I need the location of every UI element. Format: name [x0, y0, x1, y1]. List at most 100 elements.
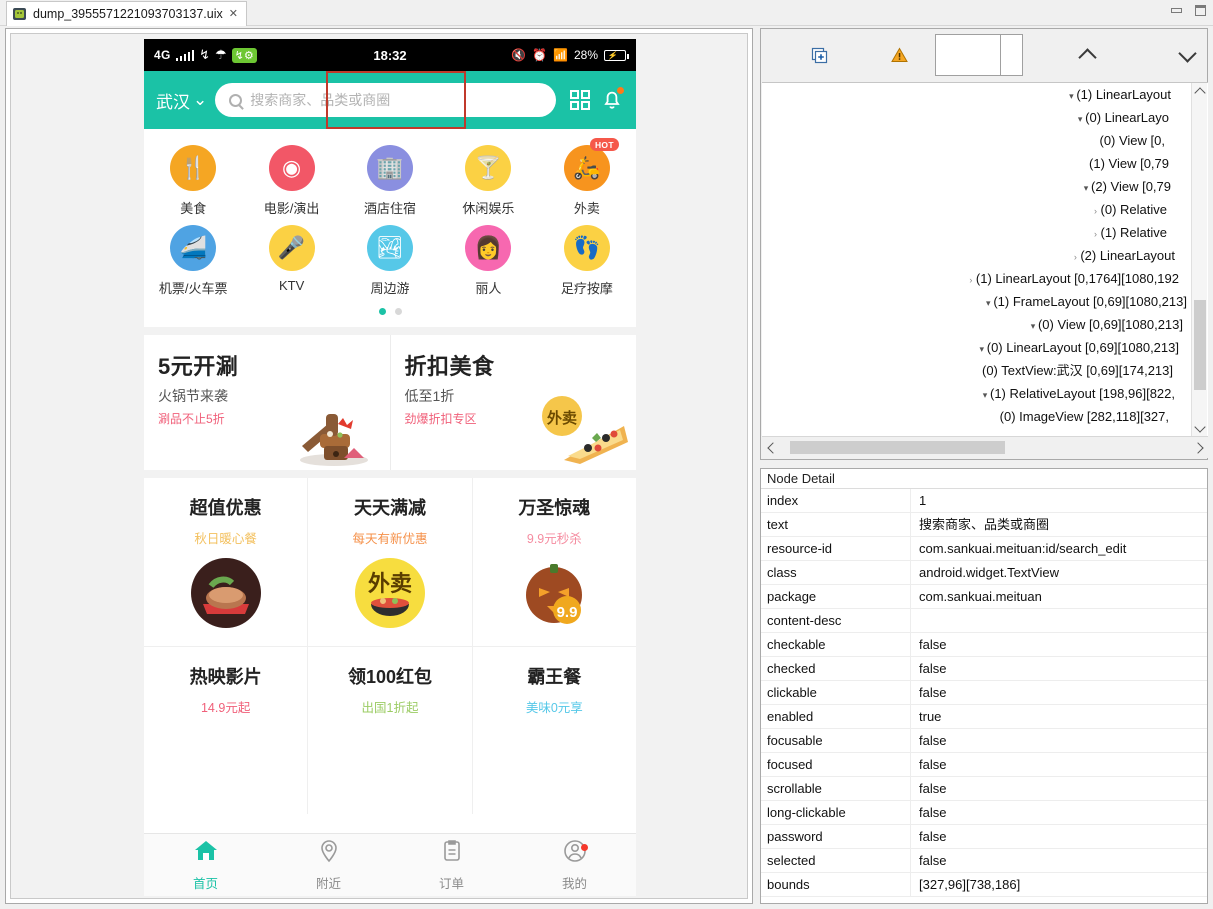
chevron-up-icon[interactable]: [1067, 40, 1107, 70]
tree-node[interactable]: › (2) LinearLayout: [762, 244, 1191, 267]
notification-bell-icon[interactable]: [600, 87, 624, 113]
tree-node[interactable]: (0) View [0,: [762, 129, 1191, 152]
detail-value: [911, 609, 1207, 632]
tree-expand-triangle-icon[interactable]: ▾: [1081, 177, 1091, 200]
detail-row[interactable]: enabled true: [761, 705, 1207, 729]
screenshot-canvas[interactable]: 4G ↯ ☂ ↯⚙ 18:32 🔇 ⏰ 📶 28% ⚡ 武汉 ⌄ 搜索商家、品类…: [10, 33, 748, 899]
warning-icon[interactable]: [879, 40, 919, 70]
tree-collapse-triangle-icon[interactable]: ›: [1091, 223, 1101, 246]
detail-row[interactable]: password false: [761, 825, 1207, 849]
detail-row[interactable]: long-clickable false: [761, 801, 1207, 825]
tree-expand-triangle-icon[interactable]: ▾: [983, 292, 993, 315]
tree-node[interactable]: ▾ (1) FrameLayout [0,69][1080,213]: [762, 290, 1191, 313]
maximize-button[interactable]: [1191, 2, 1209, 18]
tree-horizontal-scrollbar[interactable]: [762, 436, 1208, 458]
banner-card[interactable]: 5元开涮 火锅节来袭 涮品不止5折: [144, 335, 390, 470]
detail-value: false: [919, 829, 947, 844]
scroll-left-icon[interactable]: [762, 441, 780, 454]
category-travel-ticket-icon[interactable]: 🚄 机票/火车票: [144, 219, 242, 299]
promo-card[interactable]: 超值优惠 秋日暖心餐: [144, 478, 307, 646]
detail-row[interactable]: class android.widget.TextView: [761, 561, 1207, 585]
nav-item-home[interactable]: 首页: [144, 834, 267, 896]
detail-row[interactable]: package com.sankuai.meituan: [761, 585, 1207, 609]
scroll-up-icon[interactable]: [1192, 83, 1207, 100]
banner-card[interactable]: 折扣美食 低至1折 劲爆折扣专区 外卖: [389, 335, 637, 470]
tree-expand-triangle-icon[interactable]: ▾: [980, 384, 990, 407]
tree-expand-triangle-icon[interactable]: ▾: [1028, 315, 1038, 338]
tree-collapse-triangle-icon[interactable]: ›: [1070, 246, 1080, 269]
detail-row[interactable]: focusable false: [761, 729, 1207, 753]
svg-text:外卖: 外卖: [546, 409, 577, 427]
minimize-button[interactable]: [1167, 2, 1185, 18]
detail-row[interactable]: bounds [327,96][738,186]: [761, 873, 1207, 897]
tree-expand-triangle-icon[interactable]: ▾: [977, 338, 987, 361]
scroll-right-icon[interactable]: [1190, 441, 1208, 454]
horizontal-scroll-track[interactable]: [780, 441, 1190, 454]
category-takeout-icon[interactable]: 🛵 HOT 外卖: [538, 138, 636, 219]
tree-node[interactable]: ▾ (1) RelativeLayout [198,96][822,: [762, 382, 1191, 405]
tree-node[interactable]: ▾ (0) LinearLayo: [762, 106, 1191, 129]
detail-row[interactable]: clickable false: [761, 681, 1207, 705]
page-dot[interactable]: [378, 308, 386, 315]
detail-row[interactable]: index 1: [761, 489, 1207, 513]
tree-node[interactable]: ▾ (2) View [0,79: [762, 175, 1191, 198]
category-movie-icon[interactable]: ◉ 电影/演出: [242, 139, 340, 219]
tree-filter-dropdown-button[interactable]: [1000, 35, 1022, 75]
tree-node[interactable]: › (1) Relative: [762, 221, 1191, 244]
tree-collapse-triangle-icon[interactable]: ›: [966, 269, 976, 292]
device-screenshot[interactable]: 4G ↯ ☂ ↯⚙ 18:32 🔇 ⏰ 📶 28% ⚡ 武汉 ⌄ 搜索商家、品类…: [144, 39, 636, 896]
detail-row[interactable]: checkable false: [761, 633, 1207, 657]
tree-node[interactable]: (0) TextView:武汉 [0,69][174,213]: [762, 359, 1191, 382]
screenshot-panel: 4G ↯ ☂ ↯⚙ 18:32 🔇 ⏰ 📶 28% ⚡ 武汉 ⌄ 搜索商家、品类…: [5, 28, 753, 904]
nav-item-location-pin[interactable]: 附近: [267, 834, 390, 896]
promo-card[interactable]: 天天满减 每天有新优惠 外卖: [307, 478, 471, 646]
category-beauty-icon[interactable]: 👩 丽人: [439, 219, 537, 299]
tree-node[interactable]: ▾ (0) View [0,69][1080,213]: [762, 313, 1191, 336]
close-icon[interactable]: ✕: [229, 8, 238, 20]
detail-row[interactable]: scrollable false: [761, 777, 1207, 801]
detail-key: resource-id: [761, 537, 911, 560]
tree-node[interactable]: (0) ImageView [282,118][327,: [762, 405, 1191, 428]
node-tree[interactable]: ▾ (1) LinearLayout ▾ (0) LinearLayo (0) View…: [762, 82, 1208, 437]
search-input[interactable]: 搜索商家、品类或商圈: [215, 71, 556, 129]
detail-row[interactable]: resource-id com.sankuai.meituan:id/search…: [761, 537, 1207, 561]
tree-expand-triangle-icon[interactable]: ▾: [1075, 108, 1085, 131]
chevron-down-icon[interactable]: [1167, 40, 1207, 70]
page-dot[interactable]: [394, 308, 402, 315]
nav-item-profile-person[interactable]: 我的: [513, 834, 636, 896]
promo-card[interactable]: 热映影片 14.9元起: [144, 646, 308, 814]
category-ktv-icon[interactable]: 🎤 KTV: [242, 219, 340, 299]
horizontal-scroll-thumb[interactable]: [790, 441, 1005, 454]
tree-node[interactable]: › (1) LinearLayout [0,1764][1080,192: [762, 267, 1191, 290]
detail-row[interactable]: checked false: [761, 657, 1207, 681]
tree-filter-input[interactable]: [936, 35, 1000, 75]
promo-card[interactable]: 万圣惊魂 9.9元秒杀 9.9: [471, 478, 636, 646]
file-tab[interactable]: dump_3955571221093703137.uix ✕: [6, 1, 247, 26]
category-nearby-trip-icon[interactable]: 🏞 周边游: [341, 219, 439, 299]
detail-row[interactable]: text 搜索商家、品类或商圈: [761, 513, 1207, 537]
tree-node[interactable]: ▾ (0) LinearLayout [0,69][1080,213]: [762, 336, 1191, 359]
category-massage-icon[interactable]: 👣 足疗按摩: [538, 219, 636, 299]
tree-node[interactable]: ▾ (1) LinearLayout: [762, 83, 1191, 106]
promo-card[interactable]: 领100红包 出国1折起: [307, 646, 472, 814]
detail-row[interactable]: selected false: [761, 849, 1207, 873]
city-selector[interactable]: 武汉 ⌄: [156, 88, 207, 113]
expand-all-icon[interactable]: [799, 40, 839, 70]
tree-node[interactable]: (1) View [0,79: [762, 152, 1191, 175]
uiautomator-viewer-window: dump_3955571221093703137.uix ✕ 4G ↯ ☂ ↯⚙: [0, 0, 1213, 909]
promo-card[interactable]: 霸王餐 美味0元享: [471, 646, 636, 814]
category-entertainment-icon[interactable]: 🍸 休闲娱乐: [439, 139, 537, 219]
tree-collapse-triangle-icon[interactable]: ›: [1091, 200, 1101, 223]
tree-vertical-scrollbar[interactable]: [1191, 83, 1207, 437]
category-hotel-icon[interactable]: 🏢 酒店住宿: [341, 139, 439, 219]
detail-row[interactable]: content-desc: [761, 609, 1207, 633]
tree-expand-triangle-icon[interactable]: ▾: [1066, 85, 1076, 108]
detail-row[interactable]: focused false: [761, 753, 1207, 777]
tree-node[interactable]: › (0) Relative: [762, 198, 1191, 221]
category-food-icon[interactable]: 🍴 美食: [144, 139, 242, 219]
qr-scan-icon[interactable]: [568, 88, 592, 112]
search-filter-combo[interactable]: [935, 34, 1023, 76]
vertical-scroll-thumb[interactable]: [1194, 300, 1206, 390]
nav-item-orders-clipboard[interactable]: 订单: [390, 834, 513, 896]
scroll-down-icon[interactable]: [1192, 420, 1208, 437]
